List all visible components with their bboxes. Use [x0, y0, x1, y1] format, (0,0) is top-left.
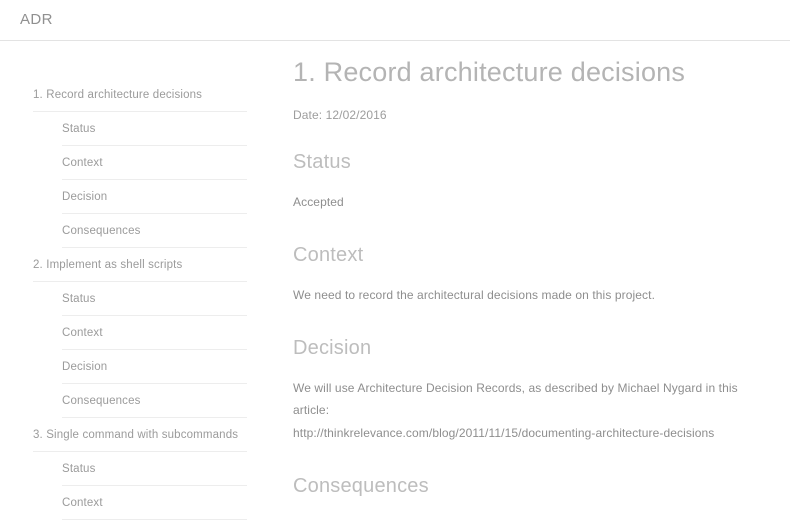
sidebar-item-label: Decision [62, 361, 108, 373]
main-content: 1. Record architecture decisions Date: 1… [270, 42, 800, 520]
section-heading: Status [293, 150, 351, 173]
sidebar-item[interactable]: 2. Implement as shell scripts [0, 248, 270, 282]
sidebar-navigation[interactable]: 1. Record architecture decisions Status Co… [0, 42, 270, 520]
section-body: We will use Architecture Decision Record… [293, 377, 764, 444]
section-body-text: We will use Architecture Decision Record… [293, 381, 738, 418]
sidebar-item-label: Consequences [62, 395, 141, 407]
content-section: Context We need to record the architectur… [293, 243, 764, 306]
sidebar-item[interactable]: Context [0, 316, 270, 350]
content-section: Consequences See Michael Nygard's article… [293, 474, 764, 520]
sidebar-item-label: 1. Record architecture decisions [33, 89, 203, 101]
sidebar-item-label: Context [62, 497, 103, 509]
app-title: ADR [20, 11, 53, 28]
sidebar-item[interactable]: Context [0, 146, 270, 180]
section-body: Accepted [293, 194, 344, 209]
sidebar-item[interactable]: Decision [0, 180, 270, 214]
sidebar-item[interactable]: Consequences [0, 214, 270, 248]
sidebar-item-label: 3. Single command with subcommands [33, 429, 239, 441]
sidebar-item-label: Status [62, 293, 96, 305]
sidebar-item-label: Context [62, 327, 103, 339]
sidebar-item[interactable]: 1. Record architecture decisions [0, 78, 270, 112]
sidebar-item[interactable]: Status [0, 452, 270, 486]
sidebar-item[interactable]: Context [0, 486, 270, 520]
content-section: Decision We will use Architecture Decisio… [293, 336, 764, 444]
sections-container: Status Accepted Context We need to record t… [293, 150, 764, 520]
sidebar-item-label: Status [62, 463, 96, 475]
section-heading: Context [293, 243, 364, 266]
sidebar-item[interactable]: Status [0, 282, 270, 316]
document-date: Date: 12/02/2016 [293, 107, 387, 122]
sidebar-item[interactable]: Status [0, 112, 270, 146]
section-body: We need to record the architectural deci… [293, 287, 656, 302]
sidebar-item[interactable]: 3. Single command with subcommands [0, 418, 270, 452]
sidebar-item[interactable]: Decision [0, 350, 270, 384]
sidebar-item-label: Consequences [62, 225, 141, 237]
body-area: 1. Record architecture decisions Status Co… [0, 42, 800, 520]
section-heading: Consequences [293, 474, 429, 497]
page-title: 1. Record architecture decisions [293, 57, 686, 87]
sidebar-item-label: 2. Implement as shell scripts [33, 259, 183, 271]
article-link[interactable]: http://thinkrelevance.com/blog/2011/11/1… [293, 426, 714, 440]
adr-app: ADR 1. Record architecture decisions Stat… [0, 0, 800, 520]
section-body: See Michael Nygard's article, linked abo… [293, 515, 764, 520]
sidebar-item-label: Context [62, 157, 103, 169]
sidebar-nav-list: 1. Record architecture decisions Status Co… [0, 78, 270, 520]
sidebar-item-label: Decision [62, 191, 108, 203]
app-header: ADR [0, 0, 790, 41]
section-heading: Decision [293, 337, 372, 360]
sidebar-item[interactable]: Consequences [0, 384, 270, 418]
sidebar-item-label: Status [62, 123, 96, 135]
content-section: Status Accepted [293, 150, 764, 213]
